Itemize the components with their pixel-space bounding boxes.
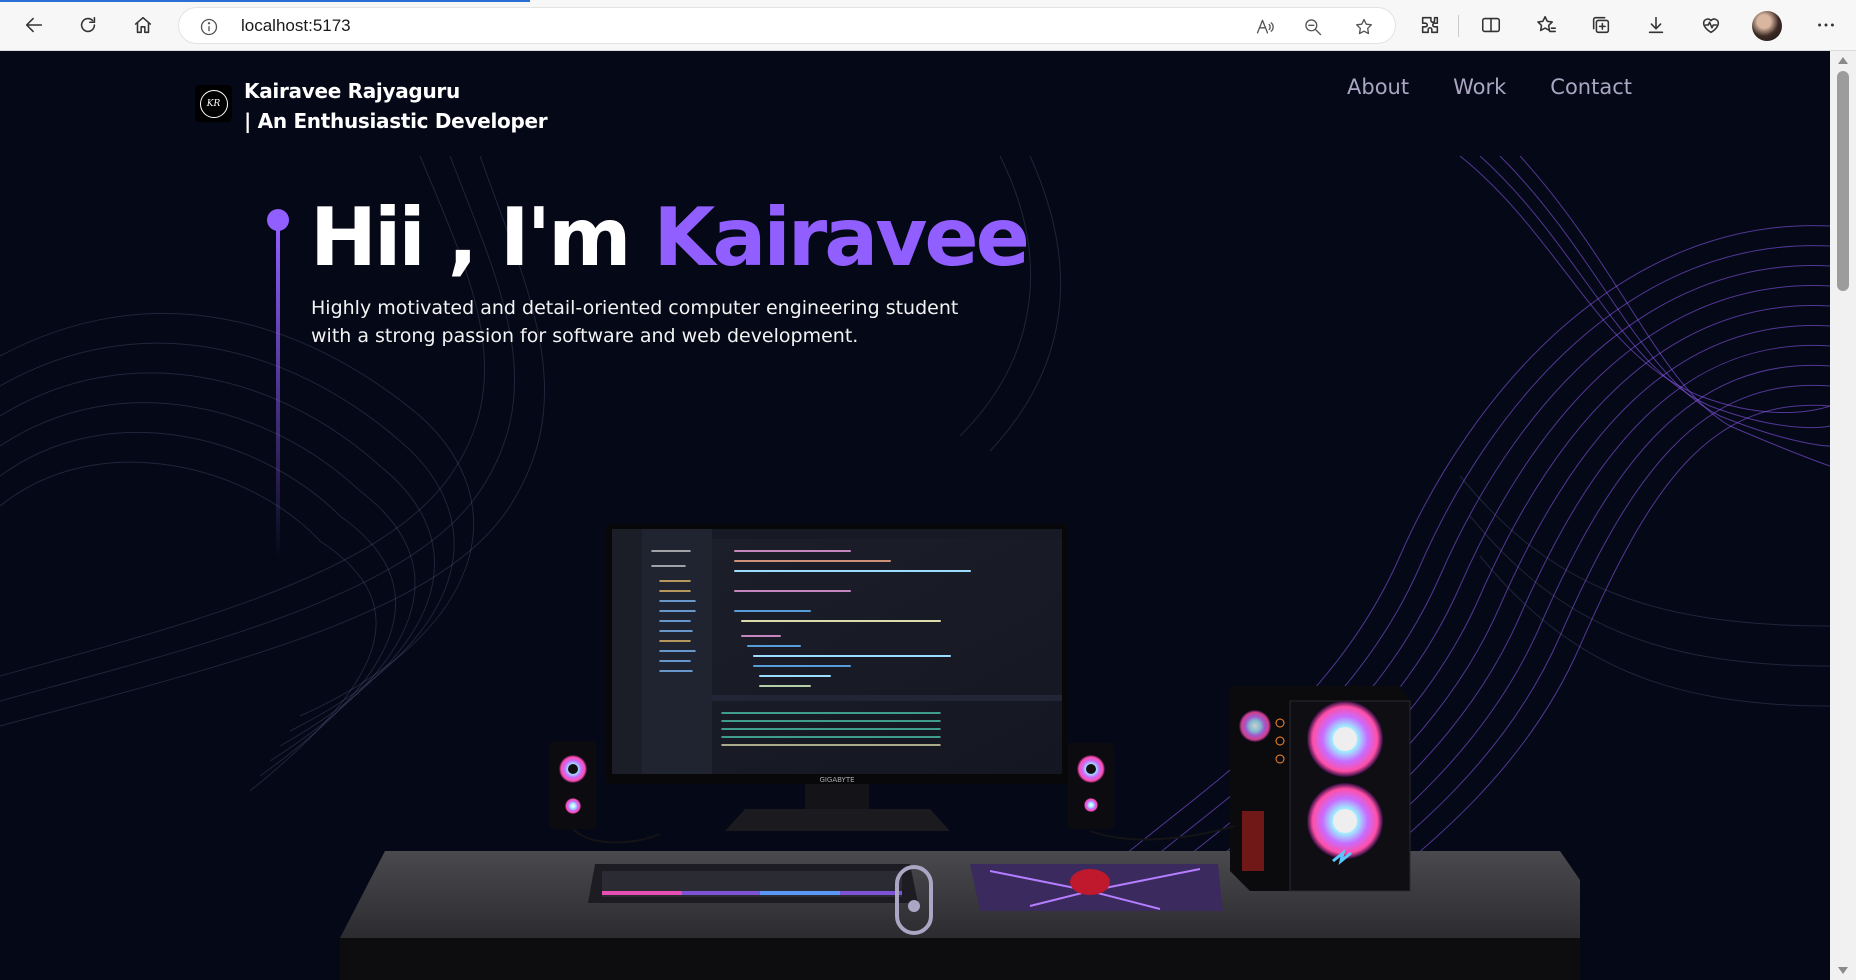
pc-tower bbox=[1230, 686, 1411, 892]
web-page: KR Kairavee Rajyaguru | An Enthusiastic … bbox=[0, 51, 1830, 980]
scroll-down-arrow-icon[interactable] bbox=[1838, 967, 1848, 974]
browser-toolbar: localhost:5173 bbox=[0, 0, 1856, 51]
hero-description-line1: Highly motivated and detail-oriented com… bbox=[311, 297, 959, 319]
brand-tagline: | An Enthusiastic Developer bbox=[244, 109, 548, 133]
logo-monogram-icon: KR bbox=[199, 89, 228, 118]
scroll-indicator-dot bbox=[908, 900, 920, 912]
brand-name-line1: Kairavee Rajyaguru bbox=[244, 79, 460, 103]
collections-icon[interactable] bbox=[1583, 8, 1619, 42]
star-icon[interactable] bbox=[1351, 14, 1377, 40]
hero-description-line2: with a strong passion for software and w… bbox=[311, 325, 859, 347]
toolbar-divider bbox=[1458, 15, 1459, 37]
scroll-indicator[interactable] bbox=[895, 865, 933, 935]
right-speaker bbox=[1068, 743, 1114, 829]
mousepad bbox=[970, 864, 1223, 911]
scroll-up-arrow-icon[interactable] bbox=[1838, 57, 1848, 64]
extensions-icon[interactable] bbox=[1412, 8, 1448, 42]
favorites-icon[interactable] bbox=[1528, 8, 1564, 42]
speaker-cable bbox=[572, 828, 661, 844]
computer-desk-3d-model[interactable]: GIGABYTE bbox=[330, 451, 1580, 980]
hero-greeting: Hii , I'm bbox=[310, 191, 654, 284]
zoom-out-icon[interactable] bbox=[1300, 14, 1326, 40]
nav-link-work[interactable]: Work bbox=[1453, 75, 1506, 99]
page-load-progress bbox=[0, 0, 530, 2]
browser-essentials-icon[interactable] bbox=[1693, 8, 1729, 42]
hero-accent-dot bbox=[267, 209, 289, 231]
read-aloud-icon[interactable] bbox=[1252, 14, 1278, 40]
hero-description: Highly motivated and detail-oriented com… bbox=[311, 294, 991, 350]
download-icon[interactable] bbox=[1638, 8, 1674, 42]
keyboard bbox=[588, 864, 918, 903]
nav-link-about[interactable]: About bbox=[1347, 75, 1409, 99]
brand-name[interactable]: Kairavee Rajyaguru | An Enthusiastic Dev… bbox=[244, 76, 548, 136]
address-bar[interactable]: localhost:5173 bbox=[178, 7, 1396, 44]
more-menu-icon[interactable] bbox=[1808, 8, 1844, 42]
monitor-brand-label: GIGABYTE bbox=[819, 776, 854, 784]
url-text[interactable]: localhost:5173 bbox=[241, 16, 351, 36]
hero-accent-line bbox=[276, 229, 280, 559]
home-icon[interactable] bbox=[125, 8, 161, 42]
split-screen-icon[interactable] bbox=[1473, 8, 1509, 42]
nav-links: About Work Contact bbox=[1347, 75, 1632, 99]
scrollbar-thumb[interactable] bbox=[1837, 71, 1849, 291]
hero-name: Kairavee bbox=[653, 191, 1029, 284]
left-speaker bbox=[550, 741, 596, 829]
desk-front-edge bbox=[340, 938, 1580, 980]
monitor: GIGABYTE bbox=[606, 524, 1068, 831]
back-arrow-icon[interactable] bbox=[16, 8, 52, 42]
nav-link-contact[interactable]: Contact bbox=[1550, 75, 1632, 99]
page-scrollbar[interactable] bbox=[1830, 51, 1856, 980]
site-logo[interactable]: KR bbox=[195, 85, 232, 122]
refresh-icon[interactable] bbox=[70, 8, 106, 42]
mouse bbox=[1070, 869, 1110, 895]
hero-title: Hii , I'm Kairavee bbox=[310, 191, 1030, 284]
info-icon[interactable] bbox=[199, 17, 219, 37]
navbar: KR Kairavee Rajyaguru | An Enthusiastic … bbox=[0, 51, 1830, 156]
avatar[interactable] bbox=[1752, 11, 1782, 41]
